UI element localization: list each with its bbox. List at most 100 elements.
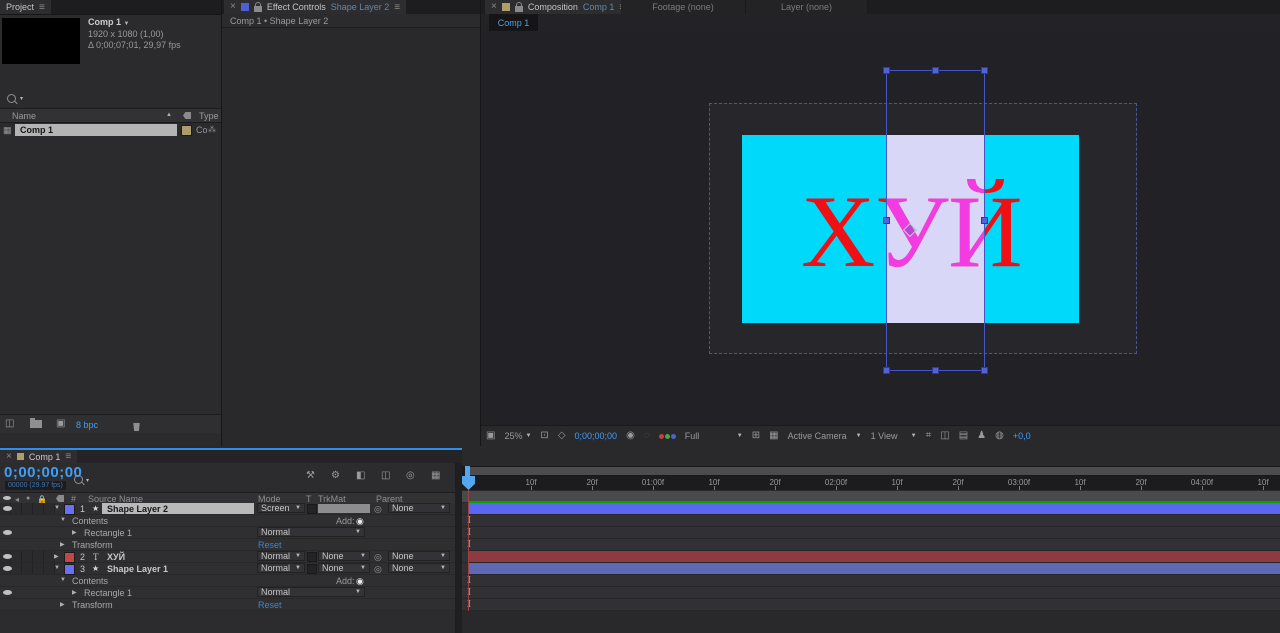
expander-icon[interactable]: ▶ xyxy=(72,529,77,536)
sort-asc-icon[interactable]: ▲ xyxy=(166,112,172,118)
column-type[interactable]: Type xyxy=(199,111,219,121)
reset-link[interactable]: Reset xyxy=(258,600,282,610)
layer-name[interactable]: Shape Layer 1 xyxy=(107,564,168,574)
project-row-name[interactable]: Comp 1 xyxy=(15,124,177,136)
fast-previews-icon[interactable]: ◍ xyxy=(995,431,1004,441)
property-value-marker[interactable]: I xyxy=(464,587,474,599)
column-name[interactable]: Name xyxy=(12,111,36,121)
parent-pickwhip-icon[interactable]: ◎ xyxy=(374,552,382,562)
video-column-icon[interactable] xyxy=(3,496,11,500)
snapshot-icon[interactable]: ◉ xyxy=(626,431,635,441)
expander-icon[interactable]: ▼ xyxy=(60,577,66,583)
expander-icon[interactable]: ▶ xyxy=(72,589,77,596)
layer-row-shape-layer-1[interactable]: ▼ 3 ★ Shape Layer 1 Normal ▼ None ▼ ◎ None… xyxy=(0,563,455,575)
transform-label[interactable]: Transform xyxy=(72,600,113,610)
label-column-icon[interactable] xyxy=(56,495,64,502)
tab-composition[interactable]: × Composition Comp 1 ≡ xyxy=(485,0,632,14)
transform-label[interactable]: Transform xyxy=(72,540,113,550)
time-navigator-bar[interactable] xyxy=(470,467,1280,475)
channels-icon[interactable] xyxy=(658,433,676,439)
blend-mode-dropdown[interactable]: Screen ▼ xyxy=(257,503,305,513)
expander-icon[interactable]: ▶ xyxy=(54,553,59,560)
magnification-icon[interactable]: ▣ xyxy=(486,431,495,441)
transform-row[interactable]: ▶ Transform Reset xyxy=(0,539,455,551)
layer-color-swatch[interactable] xyxy=(64,564,75,575)
visibility-eye-icon[interactable] xyxy=(3,554,12,559)
resolution-dropdown[interactable]: Full ▼ xyxy=(685,431,743,441)
layer-duration-bar[interactable] xyxy=(468,551,1280,562)
time-navigator[interactable] xyxy=(462,466,1280,476)
preserve-transparency-checkbox[interactable] xyxy=(307,552,317,562)
preserve-transparency-checkbox[interactable] xyxy=(307,564,317,574)
parent-dropdown[interactable]: None ▼ xyxy=(388,563,450,573)
composition-mini-flowchart-icon[interactable]: ⚒ xyxy=(306,471,315,481)
parent-dropdown[interactable]: None ▼ xyxy=(388,503,450,513)
selection-handle-top-left[interactable] xyxy=(883,67,890,74)
item-label[interactable]: Rectangle 1 xyxy=(84,588,132,598)
reset-link[interactable]: Reset xyxy=(258,540,282,550)
close-icon[interactable]: × xyxy=(6,451,12,462)
time-ruler[interactable]: 10f 20f 01:00f 10f 20f 02:00f 10f 20f 03:00f 10f 2… xyxy=(462,476,1280,491)
pixel-aspect-correction-icon[interactable]: ◫ xyxy=(940,431,949,441)
selection-handle-bottom-left[interactable] xyxy=(883,367,890,374)
trkmat-dropdown[interactable]: None ▼ xyxy=(318,551,370,561)
group-label[interactable]: Contents xyxy=(72,516,108,526)
selection-handle-mid-left[interactable] xyxy=(883,217,890,224)
shape-blend-mode-dropdown[interactable]: Normal ▼ xyxy=(257,527,365,537)
search-icon[interactable] xyxy=(7,94,16,103)
layer-selection-box[interactable] xyxy=(883,67,988,374)
layer-color-swatch[interactable] xyxy=(64,552,75,563)
label-color-column-icon[interactable] xyxy=(183,112,191,119)
search-options-caret-icon[interactable]: ▾ xyxy=(20,95,23,102)
exposure-offset-value[interactable]: +0,0 xyxy=(1013,431,1031,441)
parent-pickwhip-icon[interactable]: ◎ xyxy=(374,504,382,514)
label-color-swatch[interactable] xyxy=(181,125,192,136)
transform-row[interactable]: ▶ Transform Reset xyxy=(0,599,455,611)
timeline-preview-icon[interactable]: ▤ xyxy=(959,431,968,441)
tab-layer[interactable]: Layer (none) xyxy=(746,0,868,14)
panel-menu-icon[interactable]: ≡ xyxy=(394,2,400,13)
item-row-rectangle-1[interactable]: ▶ Rectangle 1 Normal ▼ xyxy=(0,587,455,599)
lock-icon[interactable] xyxy=(514,1,523,12)
safe-zones-icon[interactable]: ⊡ xyxy=(540,431,548,441)
parent-dropdown[interactable]: None ▼ xyxy=(388,551,450,561)
view-layout-dropdown[interactable]: 1 View ▼ xyxy=(871,431,917,441)
blend-mode-dropdown[interactable]: Normal ▼ xyxy=(257,563,305,573)
tab-effect-controls[interactable]: × Effect Controls Shape Layer 2 ≡ xyxy=(224,0,407,14)
composition-viewer[interactable]: ХУЙ ХУЙ xyxy=(481,31,1280,425)
panel-menu-icon[interactable]: ≡ xyxy=(39,2,45,13)
zoom-level-dropdown[interactable]: 25% ▼ xyxy=(504,431,531,441)
item-label[interactable]: Rectangle 1 xyxy=(84,528,132,538)
layer-color-swatch[interactable] xyxy=(64,504,75,515)
project-item-title[interactable]: Comp 1 ▼ xyxy=(88,17,129,27)
shape-blend-mode-dropdown[interactable]: Normal ▼ xyxy=(257,587,365,597)
property-value-marker[interactable]: I xyxy=(464,575,474,587)
graph-editor-icon[interactable]: ▦ xyxy=(431,471,440,481)
transparency-grid-icon[interactable]: ▦ xyxy=(769,431,778,441)
visibility-eye-icon[interactable] xyxy=(3,530,12,535)
selection-handle-top-center[interactable] xyxy=(932,67,939,74)
flowchart-icon[interactable]: ♟ xyxy=(977,431,986,441)
mask-visibility-icon[interactable]: ◇ xyxy=(558,431,566,441)
region-of-interest-icon[interactable]: ⊞ xyxy=(752,431,760,441)
show-snapshot-icon[interactable]: ◌ xyxy=(644,431,650,441)
draft-3d-icon[interactable]: ⚙ xyxy=(331,471,340,481)
view-dropdown[interactable]: Active Camera ▼ xyxy=(788,431,862,441)
item-row-rectangle-1[interactable]: ▶ Rectangle 1 Normal ▼ xyxy=(0,527,455,539)
preserve-transparency-checkbox[interactable] xyxy=(307,504,317,514)
viewer-subtab-comp1[interactable]: Comp 1 xyxy=(489,14,538,31)
layer-row-text[interactable]: ▶ 2 T ХУЙ Normal ▼ None ▼ ◎ None ▼ xyxy=(0,551,455,563)
frame-blending-icon[interactable]: ◫ xyxy=(381,471,390,481)
expander-icon[interactable]: ▼ xyxy=(54,565,60,571)
group-row-contents[interactable]: ▼ Contents Add: ◉ xyxy=(0,575,455,587)
selection-handle-top-right[interactable] xyxy=(981,67,988,74)
solo-column-icon[interactable]: ● xyxy=(26,495,30,502)
navigator-start-handle[interactable] xyxy=(465,466,470,476)
layer-duration-bar[interactable] xyxy=(468,563,1280,574)
new-composition-icon[interactable]: ▣ xyxy=(56,419,65,429)
layer-name[interactable]: ХУЙ xyxy=(107,552,125,562)
property-value-marker[interactable]: I xyxy=(464,599,474,611)
close-icon[interactable]: × xyxy=(230,2,236,12)
group-label[interactable]: Contents xyxy=(72,576,108,586)
property-value-marker[interactable]: I xyxy=(464,527,474,539)
